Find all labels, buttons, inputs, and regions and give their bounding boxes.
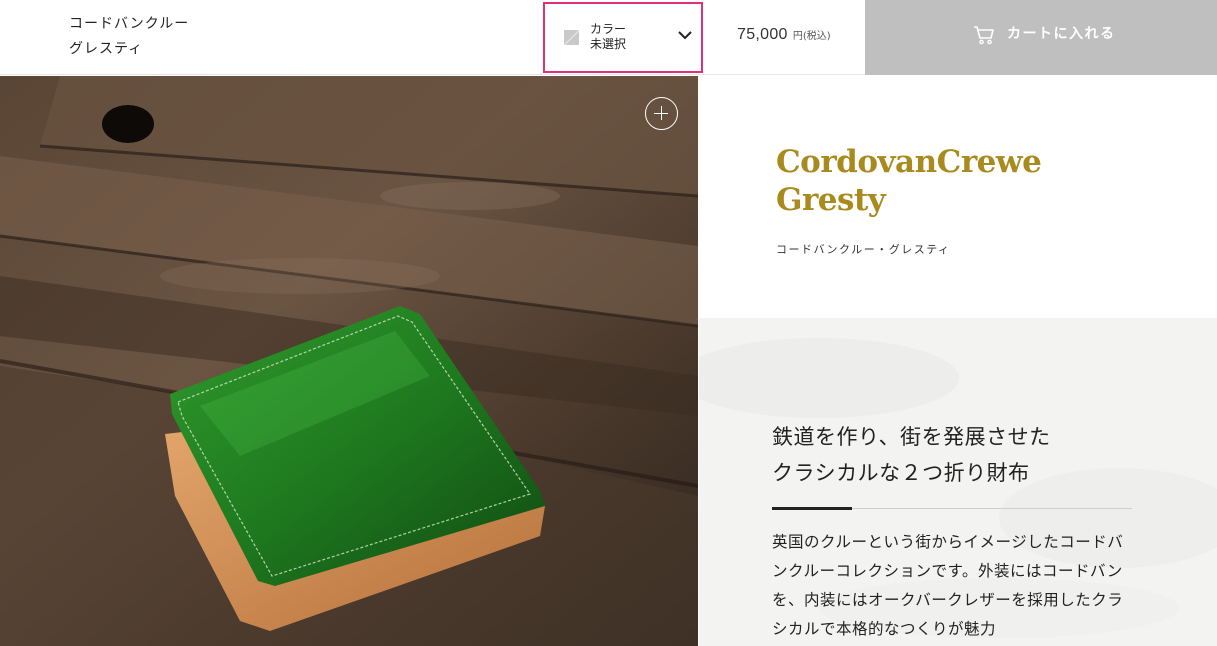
chevron-down-icon [678, 31, 692, 40]
product-headline: 鉄道を作り、街を発展させた クラシカルな２つ折り財布 [772, 425, 1051, 485]
price-unit: 円(税込) [792, 31, 831, 42]
add-to-cart-button[interactable]: カートに入れる [865, 0, 1217, 75]
sticky-purchase-bar: コードバンクルー グレスティ カラー 未選択 75,000 円(税込) カートに… [0, 0, 1217, 75]
product-title-en: CordovanCrewe Gresty [776, 144, 1042, 218]
product-photo[interactable] [0, 76, 698, 646]
color-select-label: カラー [590, 22, 627, 36]
product-title-ja: コードバンクルー・グレスティ [776, 243, 951, 256]
wallet-on-wood-image [0, 76, 698, 646]
zoom-button[interactable] [645, 97, 678, 130]
product-name: コードバンクルー グレスティ [69, 16, 190, 57]
color-select-value: 未選択 [590, 37, 627, 51]
product-description: 英国のクルーという街からイメージしたコードバンクルーコレクションです。外装にはコ… [772, 533, 1124, 638]
price-amount: 75,000 [737, 26, 788, 43]
divider-accent [772, 507, 852, 510]
cart-icon [974, 26, 994, 45]
price: 75,000 円(税込) [737, 24, 831, 48]
add-to-cart-label: カートに入れる [1007, 26, 1116, 42]
color-swatch [564, 30, 579, 45]
color-select-dropdown[interactable]: カラー 未選択 [543, 2, 703, 73]
